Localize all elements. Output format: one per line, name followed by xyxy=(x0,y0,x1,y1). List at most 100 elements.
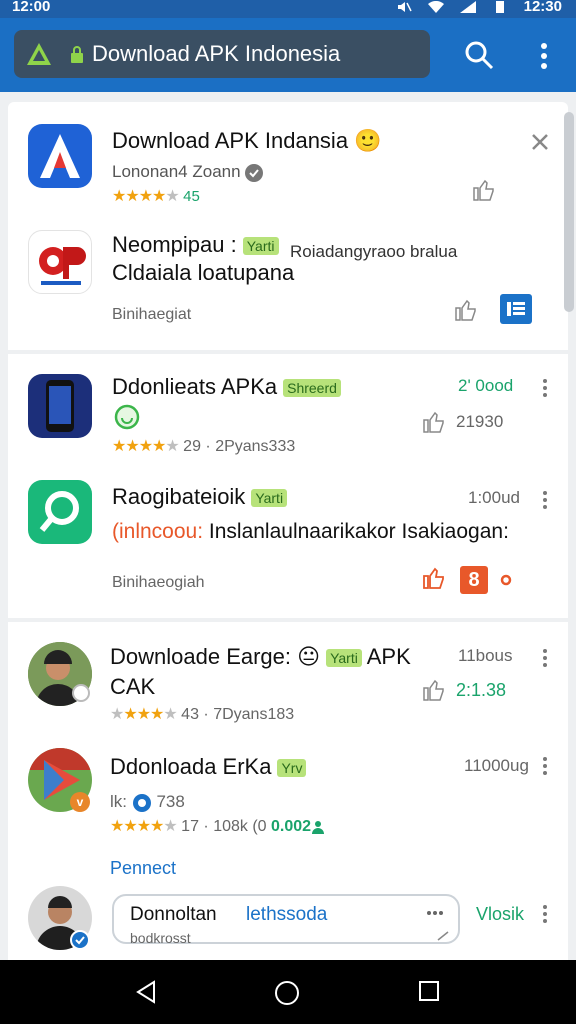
item-subtitle: Lononan4 Zoann xyxy=(112,162,264,182)
tag-badge: Yrv xyxy=(277,759,307,778)
smiley-icon xyxy=(114,404,140,430)
item-line2-highlight: (inlncoou: xyxy=(112,520,204,543)
comment-bubble[interactable]: Donnoltan lethssoda bodkrosst xyxy=(112,894,460,946)
item-title-text: Downloade Earge: xyxy=(110,644,292,669)
url-text: Download APK Indonesia xyxy=(92,41,341,66)
item-title[interactable]: Downloade Earge: 😐 Yarti APK xyxy=(110,644,411,670)
v-badge-icon: v xyxy=(70,792,90,812)
thumbs-up-icon[interactable] xyxy=(472,178,496,202)
mute-icon xyxy=(397,1,412,12)
thumbs-up-icon[interactable] xyxy=(422,678,446,702)
emoji-icon: 😐 xyxy=(297,644,321,669)
status-time-right: 12:30 xyxy=(523,0,562,15)
comment-link[interactable]: lethssoda xyxy=(246,904,327,926)
brand-logo-icon xyxy=(27,43,51,65)
more-vert-icon[interactable] xyxy=(542,904,548,924)
tag-badge: Shreerd xyxy=(283,379,341,398)
item-right-label: 2' 0ood xyxy=(458,376,514,395)
item-title[interactable]: Raogibateioik Yarti xyxy=(112,484,288,510)
search-app-icon xyxy=(39,491,79,532)
like-count: 2:1.38 xyxy=(456,680,507,700)
status-time-left: 12:00 xyxy=(12,0,51,15)
star-rating-icon: ★★★★★ xyxy=(112,438,180,455)
app-icon-search[interactable] xyxy=(28,480,92,544)
count-badge[interactable]: 8 xyxy=(460,566,488,594)
close-icon[interactable] xyxy=(530,132,550,152)
item-description: Roiadangyraoo bralua xyxy=(290,242,458,261)
item-right-label: 11000ug xyxy=(464,756,529,775)
item-line2: CAK xyxy=(110,674,156,699)
item-meta: 17 · 108k (0 xyxy=(181,818,267,835)
tag-badge: Yarti xyxy=(251,489,288,508)
app-icon-phone[interactable] xyxy=(28,374,92,438)
item-title[interactable]: Ddonloada ErKa Yrv xyxy=(110,754,307,780)
like-count: 21930 xyxy=(456,412,504,431)
signal-icon xyxy=(459,0,476,13)
op-logo-icon xyxy=(39,247,86,285)
result-card-2: Ddonlieats APKa Shreerd 2' 0ood 21930 ★★★… xyxy=(8,354,568,618)
app-icon-op[interactable] xyxy=(28,230,92,294)
home-icon[interactable] xyxy=(274,980,300,1006)
item-title-text: Download APK Indansia xyxy=(112,128,349,153)
result-card-3: Downloade Earge: 😐 Yarti APK CAK 11bous 2… xyxy=(8,622,568,962)
thumbs-up-icon[interactable] xyxy=(422,410,446,434)
item-right-label: 1:00ud xyxy=(468,488,520,507)
item-title-text: Ddonloada ErKa xyxy=(110,754,272,779)
item-line2-value: 738 xyxy=(151,792,185,811)
item-title[interactable]: Neompipau : Yarti xyxy=(112,232,279,258)
thumbs-up-icon[interactable] xyxy=(454,298,478,322)
more-vert-icon[interactable] xyxy=(542,648,548,668)
comment-author: Donnoltan xyxy=(130,904,217,925)
status-dot-icon xyxy=(72,684,90,702)
item-meta-highlight: 0.00 xyxy=(271,818,303,835)
item-line2: lk: 738 xyxy=(110,792,185,813)
list-icon xyxy=(507,302,525,316)
item-title-suffix: APK xyxy=(361,644,411,669)
tag-badge: Yarti xyxy=(326,649,362,668)
more-vert-icon[interactable] xyxy=(542,756,548,776)
section-label[interactable]: Pennect xyxy=(110,858,176,879)
status-bar: 12:00 12:30 xyxy=(0,0,576,18)
verified-badge-icon xyxy=(70,930,90,950)
app-icon-apk[interactable] xyxy=(28,124,92,188)
rating: ★★★★★ 29 · 2Pyans333 xyxy=(112,436,295,456)
item-title-text: Raogibateioik xyxy=(112,484,246,509)
rating-text: 45 xyxy=(183,188,200,205)
rating: ★★★★★ 17 · 108k (0 0.002 xyxy=(110,816,325,836)
list-view-button[interactable] xyxy=(500,294,532,324)
star-rating-icon: ★★★★★ xyxy=(110,706,178,723)
star-rating-icon: ★★★★★ xyxy=(112,188,180,205)
item-line2-text: Inslanlaulnaarikakor Isakiaogan: xyxy=(203,520,509,543)
url-bar[interactable]: Download APK Indonesia xyxy=(14,30,430,78)
phone-icon xyxy=(46,380,74,432)
tag-badge: Yarti xyxy=(242,237,279,256)
item-right-label: Vlosik xyxy=(476,904,525,924)
thumbs-up-icon[interactable] xyxy=(422,566,446,590)
more-vert-icon[interactable] xyxy=(536,42,552,70)
letter-a-icon xyxy=(40,134,80,178)
item-line2: (inlncoou: Inslanlaulnaarikakor Isakiaog… xyxy=(112,520,509,544)
search-icon[interactable] xyxy=(464,40,494,70)
system-nav-bar xyxy=(0,960,576,1024)
back-icon[interactable] xyxy=(134,980,158,1004)
item-title-text: Neompipau : xyxy=(112,232,237,257)
card-footer-text: Binihaeogiah xyxy=(112,574,205,591)
item-title[interactable]: Download APK Indansia 🙂 xyxy=(112,128,382,154)
gear-badge-icon xyxy=(132,793,151,812)
item-meta: 43 · 7Dyans183 xyxy=(181,706,295,723)
item-title[interactable]: Ddonlieats APKa Shreerd xyxy=(112,374,341,400)
scrollbar[interactable] xyxy=(564,112,574,312)
more-vert-icon[interactable] xyxy=(542,378,548,398)
item-title-text: Ddonlieats APKa xyxy=(112,374,278,399)
wifi-icon xyxy=(427,0,444,13)
result-card-1: Download APK Indansia 🙂 Lononan4 Zoann ★… xyxy=(8,102,568,350)
battery-icon xyxy=(495,0,504,13)
comment-subtext: bodkrosst xyxy=(130,930,191,946)
circle-icon xyxy=(500,574,512,586)
recents-icon[interactable] xyxy=(418,980,440,1002)
more-vert-icon[interactable] xyxy=(542,490,548,510)
app-bar: Download APK Indonesia xyxy=(0,18,576,92)
more-horiz-icon[interactable] xyxy=(426,910,444,916)
item-meta-highlight-suffix: 2 xyxy=(302,818,312,835)
rating: ★★★★★ 45 xyxy=(112,186,200,206)
